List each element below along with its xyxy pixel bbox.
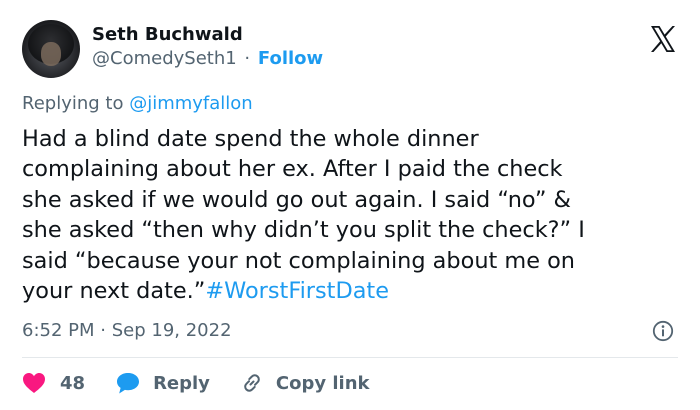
avatar[interactable]: [22, 20, 80, 78]
tweet-timestamp[interactable]: 6:52 PM · Sep 19, 2022: [22, 320, 232, 341]
reply-context: Replying to @jimmyfallon: [22, 93, 253, 114]
tweet-text: Had a blind date spend the whole dinner …: [22, 124, 682, 306]
speech-bubble-icon: [117, 373, 140, 394]
author-handle[interactable]: @ComedySeth1: [92, 48, 237, 69]
hashtag-link[interactable]: #WorstFirstDate: [205, 278, 389, 304]
info-icon[interactable]: [652, 320, 674, 342]
author-name[interactable]: Seth Buchwald: [92, 24, 243, 45]
copy-link-button[interactable]: Copy link: [240, 371, 370, 395]
reply-context-prefix: Replying to: [22, 93, 130, 114]
tweet-time: 6:52 PM: [22, 320, 95, 341]
avatar-face: [41, 42, 61, 66]
tweet-card: Seth Buchwald @ComedySeth1 · Follow Repl…: [0, 0, 700, 410]
x-logo-icon[interactable]: [648, 24, 678, 54]
heart-icon: [23, 373, 45, 393]
action-bar: 48 Reply Copy link: [22, 369, 370, 397]
author-handle-row: @ComedySeth1 · Follow: [92, 48, 323, 69]
follow-button[interactable]: Follow: [258, 48, 323, 69]
copy-link-label: Copy link: [275, 372, 370, 394]
link-icon: [244, 374, 260, 392]
tweet-date: Sep 19, 2022: [111, 320, 232, 341]
reply-mention-link[interactable]: @jimmyfallon: [129, 93, 253, 114]
timestamp-separator: ·: [100, 320, 106, 341]
like-count: 48: [60, 372, 86, 394]
reply-button[interactable]: Reply: [115, 371, 210, 395]
divider: [22, 357, 678, 358]
handle-separator: ·: [244, 48, 251, 69]
reply-label: Reply: [153, 372, 210, 394]
like-button[interactable]: 48: [22, 372, 85, 394]
